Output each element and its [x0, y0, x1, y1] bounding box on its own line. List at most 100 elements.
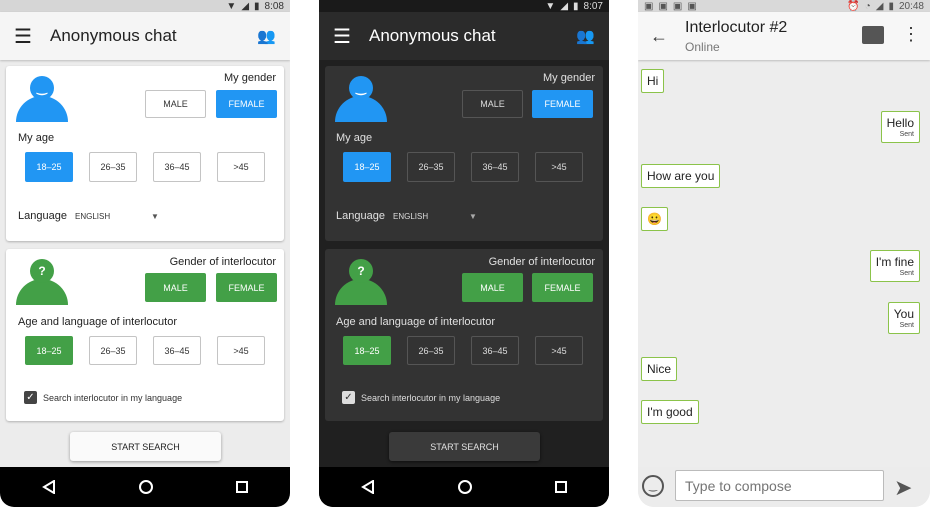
chat-status: Online [685, 40, 720, 54]
message-text: Nice [647, 362, 672, 376]
battery-icon: ▮ [573, 0, 579, 12]
my-avatar-icon: ‿ [16, 76, 68, 122]
search-language-checkbox[interactable]: ✓ [342, 391, 355, 404]
menu-icon[interactable]: ☰ [333, 24, 369, 49]
interlocutor-gender-label: Gender of interlocutor [169, 256, 276, 268]
status-bar: ▼ ◢ ▮ 8:08 [0, 0, 290, 12]
wifi-icon: ◔ [864, 0, 871, 12]
my-profile-card: ‿ My gender MALE FEMALE My age 18–25 26–… [6, 66, 284, 241]
message-text: I'm good [647, 405, 693, 419]
app-title: Anonymous chat [50, 26, 177, 45]
users-icon[interactable]: 👥 [257, 27, 276, 45]
my-profile-card: ‿ My gender MALE FEMALE My age 18–25 26–… [325, 66, 603, 241]
wifi-icon: ▼ [226, 0, 237, 12]
interlocutor-male-button[interactable]: MALE [462, 273, 523, 302]
nav-bar [0, 467, 290, 507]
my-age-option[interactable]: 36–45 [471, 152, 519, 182]
app-notification-icon: ▣ [658, 0, 668, 12]
my-age-option[interactable]: 26–35 [89, 152, 137, 182]
app-notification-icon: ▣ [644, 0, 654, 12]
age-language-label: Age and language of interlocutor [336, 316, 496, 328]
message-bubble-received: Nice [641, 357, 678, 381]
interlocutor-card: ? Gender of interlocutor MALE FEMALE Age… [325, 249, 603, 421]
interlocutor-gender-label: Gender of interlocutor [488, 256, 595, 268]
interlocutor-age-option[interactable]: 18–25 [343, 336, 391, 365]
interlocutor-male-button[interactable]: MALE [145, 273, 206, 302]
interlocutor-age-option[interactable]: >45 [217, 336, 265, 365]
recents-nav-icon[interactable] [236, 481, 249, 493]
my-age-label: My age [336, 132, 373, 144]
app-bar: ☰ Anonymous chat 👥 [319, 12, 609, 60]
start-search-button[interactable]: START SEARCH [389, 432, 540, 461]
message-bubble-received: 😀 [641, 207, 668, 231]
search-language-label: Search interlocutor in my language [43, 393, 183, 403]
chevron-down-icon[interactable]: ▼ [151, 212, 159, 221]
image-icon[interactable] [862, 26, 884, 44]
message-text: 😀 [647, 212, 662, 226]
search-language-checkbox[interactable]: ✓ [24, 391, 37, 404]
my-gender-female-button[interactable]: FEMALE [532, 90, 593, 118]
app-notification-icon: ▣ [687, 0, 697, 12]
start-search-button[interactable]: START SEARCH [70, 432, 221, 461]
interlocutor-female-button[interactable]: FEMALE [216, 273, 277, 302]
signal-icon: ◢ [241, 0, 250, 12]
chat-app-bar: ← Interlocutor #2 Online ⋮ [638, 12, 930, 60]
chevron-down-icon[interactable]: ▼ [469, 212, 477, 221]
dark-settings-screen: ▼ ◢ ▮ 8:07 ☰ Anonymous chat 👥 ‿ My gende… [319, 0, 609, 507]
language-label: Language [18, 210, 67, 222]
my-gender-female-button[interactable]: FEMALE [216, 90, 277, 118]
signal-icon: ◢ [560, 0, 569, 12]
status-bar: ▼ ◢ ▮ 8:07 [319, 0, 609, 12]
interlocutor-card: ? Gender of interlocutor MALE FEMALE Age… [6, 249, 284, 421]
my-age-option[interactable]: 18–25 [25, 152, 73, 182]
home-nav-icon[interactable] [138, 480, 153, 494]
interlocutor-age-option[interactable]: 36–45 [153, 336, 201, 365]
language-label: Language [336, 210, 385, 222]
message-bubble-sent: You Sent [887, 302, 920, 334]
message-bubble-received: Hi [641, 69, 665, 93]
interlocutor-age-option[interactable]: >45 [535, 336, 583, 365]
my-age-option[interactable]: 26–35 [407, 152, 455, 182]
interlocutor-female-button[interactable]: FEMALE [532, 273, 593, 302]
interlocutor-avatar-icon: ? [335, 259, 387, 305]
message-status: Sent [899, 270, 914, 277]
users-icon[interactable]: 👥 [576, 27, 595, 45]
my-age-label: My age [18, 132, 55, 144]
home-nav-icon[interactable] [457, 480, 472, 494]
interlocutor-avatar-icon: ? [16, 259, 68, 305]
message-text: How are you [647, 169, 715, 183]
back-nav-icon[interactable] [41, 480, 56, 494]
my-age-option[interactable]: >45 [217, 152, 265, 182]
more-vertical-icon[interactable]: ⋮ [902, 24, 920, 45]
message-text: Hi [647, 74, 659, 88]
message-bubble-sent: Hello Sent [880, 111, 920, 143]
emoji-icon[interactable]: ‿ [642, 475, 664, 497]
app-title: Anonymous chat [369, 26, 496, 45]
my-age-option[interactable]: >45 [535, 152, 583, 182]
nav-bar [319, 467, 609, 507]
my-gender-male-button[interactable]: MALE [462, 90, 523, 118]
my-age-option[interactable]: 36–45 [153, 152, 201, 182]
message-status: Sent [899, 131, 914, 138]
recents-nav-icon[interactable] [555, 481, 568, 493]
battery-icon: ▮ [888, 0, 894, 12]
my-age-option[interactable]: 18–25 [343, 152, 391, 182]
back-nav-icon[interactable] [360, 480, 375, 494]
chat-screen: ▣ ▣ ▣ ▣ ⏰ ◔ ◢ ▮ 20:48 ← Interlocutor #2 … [638, 0, 930, 507]
compose-input[interactable] [675, 470, 884, 501]
interlocutor-age-option[interactable]: 36–45 [471, 336, 519, 365]
send-icon[interactable]: ➤ [894, 475, 912, 501]
status-time: 20:48 [898, 0, 924, 12]
my-avatar-icon: ‿ [335, 76, 387, 122]
message-text: You [893, 307, 914, 321]
interlocutor-age-option[interactable]: 18–25 [25, 336, 73, 365]
language-select[interactable]: ENGLISH [393, 212, 428, 221]
interlocutor-age-option[interactable]: 26–35 [89, 336, 137, 365]
language-select[interactable]: ENGLISH [75, 212, 110, 221]
interlocutor-age-option[interactable]: 26–35 [407, 336, 455, 365]
back-arrow-icon[interactable]: ← [650, 26, 668, 47]
age-language-label: Age and language of interlocutor [18, 316, 178, 328]
my-gender-male-button[interactable]: MALE [145, 90, 206, 118]
alarm-icon: ⏰ [847, 0, 860, 12]
menu-icon[interactable]: ☰ [14, 24, 50, 49]
